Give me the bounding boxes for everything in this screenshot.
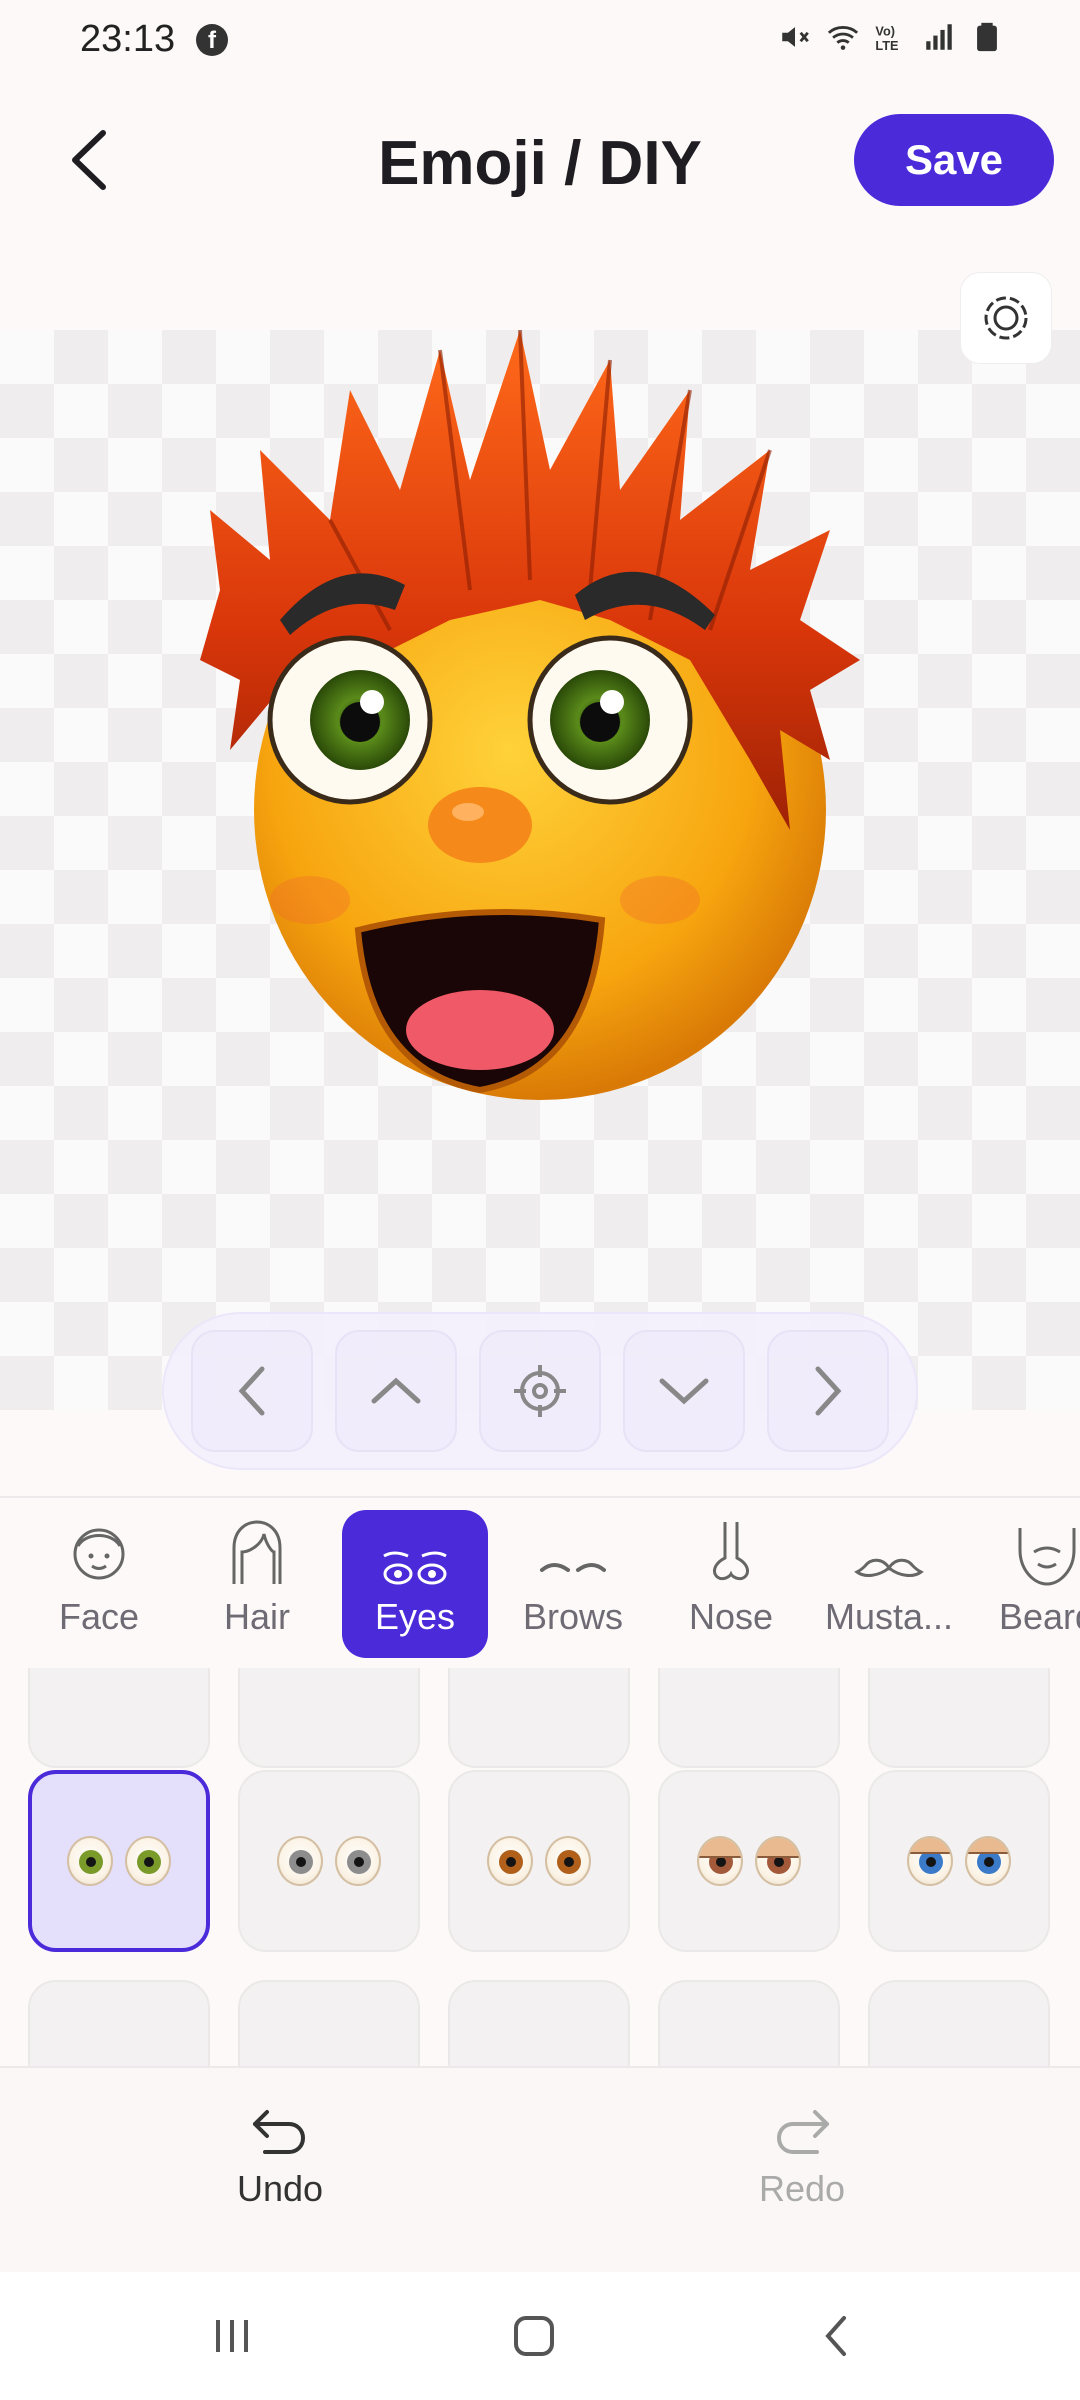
eye-option[interactable]: [28, 1980, 210, 2068]
eye-option[interactable]: [658, 1770, 840, 1952]
eye-option[interactable]: [238, 1668, 420, 1768]
chevron-left-icon: [238, 1366, 265, 1416]
wifi-icon: [827, 26, 859, 50]
tab-nose-label: Nose: [688, 1596, 774, 1637]
eye-option[interactable]: [448, 1668, 630, 1768]
mute-icon: [782, 27, 809, 47]
status-bar: 23:13 f Vo) LTE: [0, 0, 1080, 80]
eye-right: [965, 1836, 1011, 1886]
eye-right: [755, 1836, 801, 1886]
redo-label: Redo: [758, 2168, 846, 2209]
undo-label: Undo: [236, 2168, 324, 2209]
tab-hair[interactable]: Hair: [184, 1510, 330, 1658]
position-controls: [162, 1312, 918, 1470]
home-button[interactable]: [494, 2306, 574, 2366]
move-down-button[interactable]: [623, 1330, 745, 1452]
mustache-icon: [854, 1558, 924, 1577]
undo-icon: [253, 2110, 306, 2154]
eye-option[interactable]: [658, 1668, 840, 1768]
eye-option[interactable]: [868, 1980, 1050, 2068]
redo-button[interactable]: Redo: [702, 2108, 902, 2238]
tab-eyes-label: Eyes: [374, 1596, 456, 1637]
bottom-action-bar: Undo Redo: [0, 2066, 1080, 2272]
category-tabs: Face Hair Eyes Brows Nose Musta... Beard: [0, 1510, 1080, 1658]
status-time: 23:13: [80, 18, 176, 60]
move-up-button[interactable]: [335, 1330, 457, 1452]
beard-icon: [1018, 1528, 1076, 1586]
status-icons: Vo) LTE: [778, 20, 1004, 54]
tab-brows-label: Brows: [522, 1596, 624, 1637]
eye-option[interactable]: [238, 1770, 420, 1952]
chevron-up-icon: [371, 1377, 421, 1404]
tab-nose[interactable]: Nose: [658, 1510, 804, 1658]
battery-icon: [977, 22, 997, 52]
volte-icon: Vo)LTE: [875, 24, 898, 53]
eye-right: [545, 1836, 591, 1886]
eye-left: [487, 1836, 533, 1886]
signal-icon: [926, 24, 952, 50]
eye-left: [277, 1836, 323, 1886]
move-right-button[interactable]: [767, 1330, 889, 1452]
crosshair-icon: [514, 1365, 566, 1417]
recent-apps-button[interactable]: [192, 2306, 272, 2366]
home-icon: [514, 2316, 554, 2356]
eye-option[interactable]: [448, 1980, 630, 2068]
tab-beard-label: Beard: [998, 1596, 1080, 1637]
eyes-icon: [383, 1551, 447, 1585]
save-button[interactable]: Save: [854, 114, 1054, 206]
tab-mustache-label: Musta...: [824, 1596, 954, 1637]
svg-text:LTE: LTE: [875, 38, 898, 53]
eye-option[interactable]: [28, 1668, 210, 1768]
eye-option[interactable]: [868, 1770, 1050, 1952]
emoji-avatar-preview[interactable]: [190, 330, 870, 1130]
eye-left: [907, 1836, 953, 1886]
eye-option[interactable]: [448, 1770, 630, 1952]
redo-icon: [776, 2110, 829, 2154]
face-icon: [73, 1528, 125, 1580]
eye-left: [697, 1836, 743, 1886]
header: Emoji / DIY Save: [0, 100, 1080, 220]
divider: [0, 1496, 1080, 1498]
eye-option[interactable]: [868, 1668, 1050, 1768]
undo-button[interactable]: Undo: [180, 2108, 380, 2238]
chevron-down-icon: [659, 1378, 709, 1405]
tab-hair-label: Hair: [223, 1596, 290, 1637]
nose-icon: [713, 1522, 749, 1581]
center-button[interactable]: [479, 1330, 601, 1452]
eye-option[interactable]: [238, 1980, 420, 2068]
tab-beard[interactable]: Beard: [974, 1510, 1080, 1658]
eye-options-grid: [0, 1668, 1080, 2068]
reset-view-button[interactable]: [960, 272, 1052, 364]
chevron-left-icon: [825, 2316, 846, 2356]
eye-option[interactable]: [658, 1980, 840, 2068]
svg-text:Vo): Vo): [875, 24, 895, 39]
hair-icon: [232, 1520, 282, 1584]
move-left-button[interactable]: [191, 1330, 313, 1452]
tab-mustache[interactable]: Musta...: [816, 1510, 962, 1658]
recent-apps-icon: [216, 2320, 248, 2352]
facebook-icon: f: [196, 24, 228, 56]
system-back-button[interactable]: [796, 2306, 876, 2366]
tab-face-label: Face: [58, 1596, 140, 1637]
tab-face[interactable]: Face: [26, 1510, 172, 1658]
brows-icon: [540, 1563, 606, 1572]
eye-option-selected[interactable]: [28, 1770, 210, 1952]
eye-right: [125, 1836, 171, 1886]
eye-right: [335, 1836, 381, 1886]
system-navigation-bar: [0, 2272, 1080, 2400]
eye-left: [67, 1836, 113, 1886]
chevron-right-icon: [815, 1366, 842, 1416]
target-icon: [984, 296, 1028, 340]
tab-brows[interactable]: Brows: [500, 1510, 646, 1658]
tab-eyes[interactable]: Eyes: [342, 1510, 488, 1658]
